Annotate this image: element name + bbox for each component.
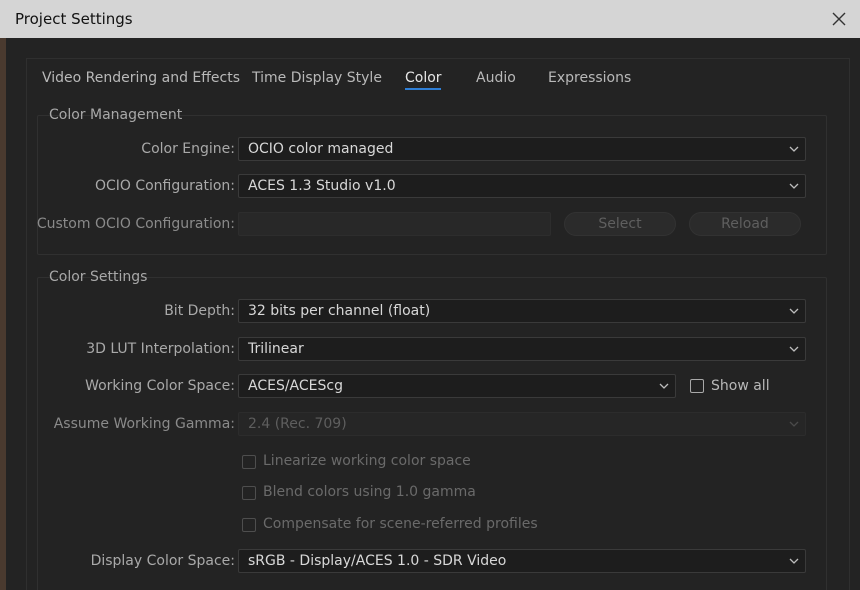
- color-engine-dropdown[interactable]: OCIO color managed: [238, 137, 806, 161]
- ocio-configuration-label: OCIO Configuration:: [94, 178, 235, 194]
- bit-depth-label: Bit Depth:: [164, 303, 235, 319]
- tab-color[interactable]: Color: [405, 69, 442, 87]
- working-color-space-label: Working Color Space:: [85, 378, 235, 394]
- tab-bar: Video Rendering and Effects Time Display…: [27, 59, 849, 99]
- select-button[interactable]: Select: [564, 212, 676, 236]
- custom-ocio-label: Custom OCIO Configuration:: [36, 216, 235, 232]
- custom-ocio-input[interactable]: [238, 212, 551, 236]
- blend-gamma-label: Blend colors using 1.0 gamma: [263, 484, 476, 500]
- chevron-down-icon: [789, 558, 799, 564]
- ocio-configuration-dropdown[interactable]: ACES 1.3 Studio v1.0: [238, 174, 806, 198]
- color-management-title: Color Management: [49, 107, 183, 123]
- chevron-down-icon: [789, 308, 799, 314]
- color-engine-label: Color Engine:: [141, 141, 235, 157]
- window-title: Project Settings: [15, 10, 133, 28]
- tab-expressions[interactable]: Expressions: [548, 69, 631, 87]
- tab-audio[interactable]: Audio: [476, 69, 516, 87]
- show-all-label[interactable]: Show all: [711, 378, 770, 394]
- chevron-down-icon: [789, 146, 799, 152]
- working-gamma-value: 2.4 (Rec. 709): [248, 416, 347, 432]
- display-color-space-value: sRGB - Display/ACES 1.0 - SDR Video: [248, 553, 507, 569]
- settings-panel: Video Rendering and Effects Time Display…: [26, 58, 850, 590]
- reload-button[interactable]: Reload: [689, 212, 801, 236]
- close-icon: [832, 12, 846, 26]
- tab-video-rendering[interactable]: Video Rendering and Effects: [42, 69, 240, 87]
- show-all-checkbox[interactable]: [690, 379, 704, 393]
- linearize-checkbox[interactable]: [242, 455, 256, 469]
- linearize-label: Linearize working color space: [263, 453, 471, 469]
- bit-depth-value: 32 bits per channel (float): [248, 303, 431, 319]
- blend-gamma-checkbox[interactable]: [242, 486, 256, 500]
- working-color-space-dropdown[interactable]: ACES/ACEScg: [238, 374, 676, 398]
- active-tab-indicator: [405, 88, 441, 90]
- chevron-down-icon: [659, 383, 669, 389]
- chevron-down-icon: [789, 421, 799, 427]
- title-bar: Project Settings: [0, 0, 860, 38]
- ocio-configuration-value: ACES 1.3 Studio v1.0: [248, 178, 396, 194]
- display-color-space-label: Display Color Space:: [90, 553, 235, 569]
- working-color-space-value: ACES/ACEScg: [248, 378, 343, 394]
- color-settings-title: Color Settings: [49, 269, 148, 285]
- working-gamma-dropdown[interactable]: 2.4 (Rec. 709): [238, 412, 806, 436]
- working-gamma-label: Assume Working Gamma:: [53, 416, 235, 432]
- project-settings-window: Project Settings Video Rendering and Eff…: [0, 0, 860, 590]
- dialog-content: Video Rendering and Effects Time Display…: [6, 38, 860, 590]
- chevron-down-icon: [789, 183, 799, 189]
- lut-interpolation-value: Trilinear: [248, 341, 304, 357]
- close-button[interactable]: [828, 8, 850, 30]
- compensate-label: Compensate for scene-referred profiles: [263, 516, 538, 532]
- chevron-down-icon: [789, 346, 799, 352]
- compensate-checkbox[interactable]: [242, 518, 256, 532]
- lut-interpolation-label: 3D LUT Interpolation:: [86, 341, 235, 357]
- tab-time-display-style[interactable]: Time Display Style: [252, 69, 382, 87]
- display-color-space-dropdown[interactable]: sRGB - Display/ACES 1.0 - SDR Video: [238, 549, 806, 573]
- bit-depth-dropdown[interactable]: 32 bits per channel (float): [238, 299, 806, 323]
- lut-interpolation-dropdown[interactable]: Trilinear: [238, 337, 806, 361]
- color-engine-value: OCIO color managed: [248, 141, 394, 157]
